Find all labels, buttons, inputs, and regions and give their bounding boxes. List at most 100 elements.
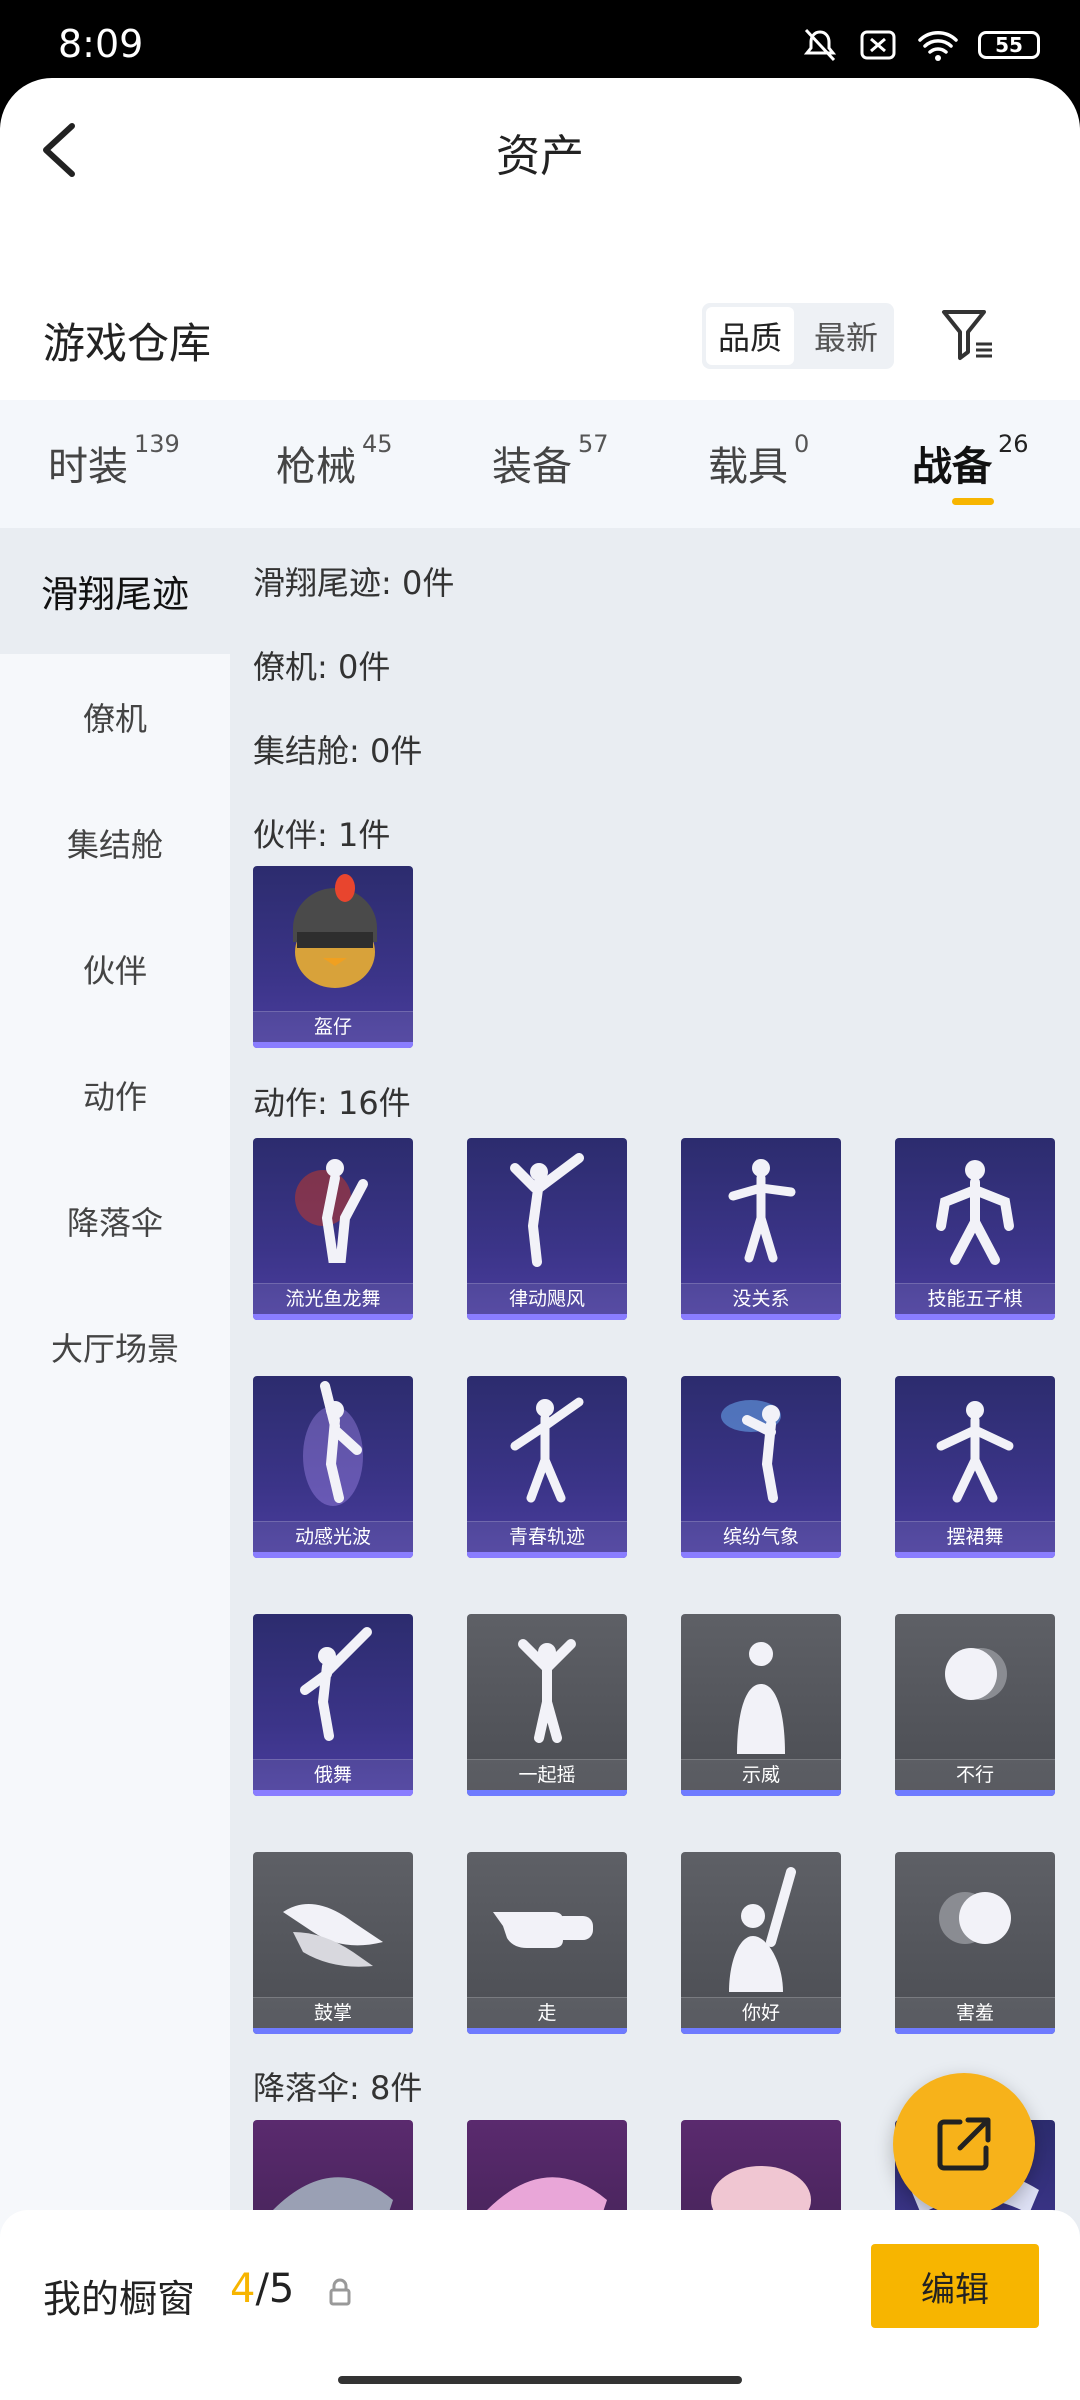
sidebar-item-emote[interactable]: 动作 [0, 1032, 230, 1158]
rarity-bar [253, 1790, 413, 1796]
showcase-total: /5 [255, 2266, 295, 2312]
dancer-icon [510, 1153, 584, 1267]
sidebar-item-assembly-pod[interactable]: 集结舱 [0, 780, 230, 906]
item-card[interactable]: 不行 [895, 1614, 1055, 1796]
edit-button[interactable]: 编辑 [871, 2244, 1039, 2328]
tab-combat-gear[interactable]: 战备 26 [912, 430, 1029, 492]
dancer-icon [721, 1400, 781, 1503]
item-name: 技能五子棋 [895, 1283, 1055, 1314]
sidebar-item-glide-trail[interactable]: 滑翔尾迹 [0, 528, 230, 654]
active-tab-indicator [952, 498, 994, 505]
rarity-bar [467, 1314, 627, 1320]
rarity-bar [467, 1790, 627, 1796]
item-name: 没关系 [681, 1283, 841, 1314]
person-icon [737, 1642, 785, 1754]
showcase-label: 我的橱窗 [43, 2277, 196, 2321]
shy-head-icon [939, 1892, 1011, 1944]
item-name: 示威 [681, 1759, 841, 1790]
item-name: 缤纷气象 [681, 1521, 841, 1552]
home-indicator[interactable] [338, 2376, 742, 2384]
dancer-icon [936, 1401, 1014, 1503]
rarity-bar [253, 1552, 413, 1558]
item-card[interactable]: 走 [467, 1852, 627, 2034]
sort-quality-button[interactable]: 品质 [706, 307, 794, 365]
header: 资产 [0, 78, 1080, 238]
rarity-bar [895, 1790, 1055, 1796]
filter-icon[interactable] [940, 306, 996, 362]
sidebar-item-lobby-scene[interactable]: 大厅场景 [0, 1284, 230, 1410]
item-card[interactable]: 缤纷气象 [681, 1376, 841, 1558]
item-name: 律动飓风 [467, 1283, 627, 1314]
rarity-bar [253, 2028, 413, 2034]
dancer-icon [295, 1159, 368, 1263]
rarity-bar [253, 1314, 413, 1320]
item-card[interactable]: 你好 [681, 1852, 841, 2034]
item-card[interactable]: 动感光波 [253, 1376, 413, 1558]
item-card[interactable]: 鼓掌 [253, 1852, 413, 2034]
showcase-count: 4/5 [230, 2266, 294, 2312]
sidebar-item-wingman[interactable]: 僚机 [0, 654, 230, 780]
item-card[interactable]: 一起摇 [467, 1614, 627, 1796]
rarity-bar [895, 1552, 1055, 1558]
rarity-bar [681, 1552, 841, 1558]
item-name: 害羞 [895, 1997, 1055, 2028]
sort-newest-button[interactable]: 最新 [802, 307, 890, 365]
rarity-bar [681, 1314, 841, 1320]
item-name: 盔仔 [253, 1011, 413, 1042]
item-card[interactable]: 盔仔 [253, 866, 413, 1048]
tab-count: 0 [794, 430, 810, 458]
item-card[interactable]: 摆裙舞 [895, 1376, 1055, 1558]
item-card[interactable]: 没关系 [681, 1138, 841, 1320]
assets-sheet: 资产 游戏仓库 品质 最新 时装 139 枪械 45 装备 57 载具 0 战备 26 滑… [0, 78, 1080, 2400]
waving-person-icon [729, 1867, 796, 1992]
sim-off-icon [860, 30, 896, 60]
category-header: 降落伞: 8件 [253, 2069, 423, 2107]
item-name: 鼓掌 [253, 1997, 413, 2028]
category-header: 滑翔尾迹: 0件 [253, 564, 455, 602]
item-card[interactable]: 示威 [681, 1614, 841, 1796]
item-name: 动感光波 [253, 1521, 413, 1552]
head-shake-icon [945, 1648, 1007, 1700]
item-name: 不行 [895, 1759, 1055, 1790]
sort-toggle: 品质 最新 [702, 303, 894, 369]
page-title: 资产 [496, 131, 584, 182]
tab-count: 139 [134, 430, 180, 458]
tab-vehicles[interactable]: 载具 0 [708, 430, 809, 492]
item-name: 俄舞 [253, 1759, 413, 1790]
dancer-icon [300, 1627, 372, 1741]
lock-icon [329, 2278, 351, 2306]
item-name: 青春轨迹 [467, 1521, 627, 1552]
tab-guns[interactable]: 枪械 45 [276, 430, 393, 492]
warehouse-title: 游戏仓库 [43, 319, 212, 368]
sidebar-item-parachute[interactable]: 降落伞 [0, 1158, 230, 1284]
share-fab[interactable] [893, 2073, 1035, 2215]
status-bar: 8:09 55 [0, 0, 1080, 78]
item-card[interactable]: 律动飓风 [467, 1138, 627, 1320]
tab-count: 57 [578, 430, 609, 458]
item-name: 你好 [681, 1997, 841, 2028]
item-card[interactable]: 害羞 [895, 1852, 1055, 2034]
item-grid-area: 滑翔尾迹: 0件 僚机: 0件 集结舱: 0件 伙伴: 1件 盔仔 动作: 16… [230, 528, 1080, 2288]
item-card[interactable]: 青春轨迹 [467, 1376, 627, 1558]
tab-fashion[interactable]: 时装 139 [48, 430, 180, 492]
item-card[interactable]: 流光鱼龙舞 [253, 1138, 413, 1320]
item-name: 一起摇 [467, 1759, 627, 1790]
clap-icon [283, 1904, 383, 1967]
category-header: 伙伴: 1件 [253, 816, 391, 854]
status-icons: 55 [800, 28, 1040, 62]
item-name: 走 [467, 1997, 627, 2028]
mute-icon [803, 28, 837, 62]
tab-label: 装备 [492, 444, 572, 490]
chick-helmet-icon [293, 874, 377, 988]
battery-icon: 55 [978, 31, 1040, 59]
tab-equipment[interactable]: 装备 57 [492, 430, 609, 492]
item-card[interactable]: 俄舞 [253, 1614, 413, 1796]
rarity-bar [467, 1552, 627, 1558]
dancer-icon [728, 1159, 796, 1263]
tab-count: 26 [998, 430, 1029, 458]
item-name: 摆裙舞 [895, 1521, 1055, 1552]
sidebar-item-companion[interactable]: 伙伴 [0, 906, 230, 1032]
rarity-bar [895, 2028, 1055, 2034]
sidebar: 滑翔尾迹 僚机 集结舱 伙伴 动作 降落伞 大厅场景 [0, 528, 230, 2288]
item-card[interactable]: 技能五子棋 [895, 1138, 1055, 1320]
